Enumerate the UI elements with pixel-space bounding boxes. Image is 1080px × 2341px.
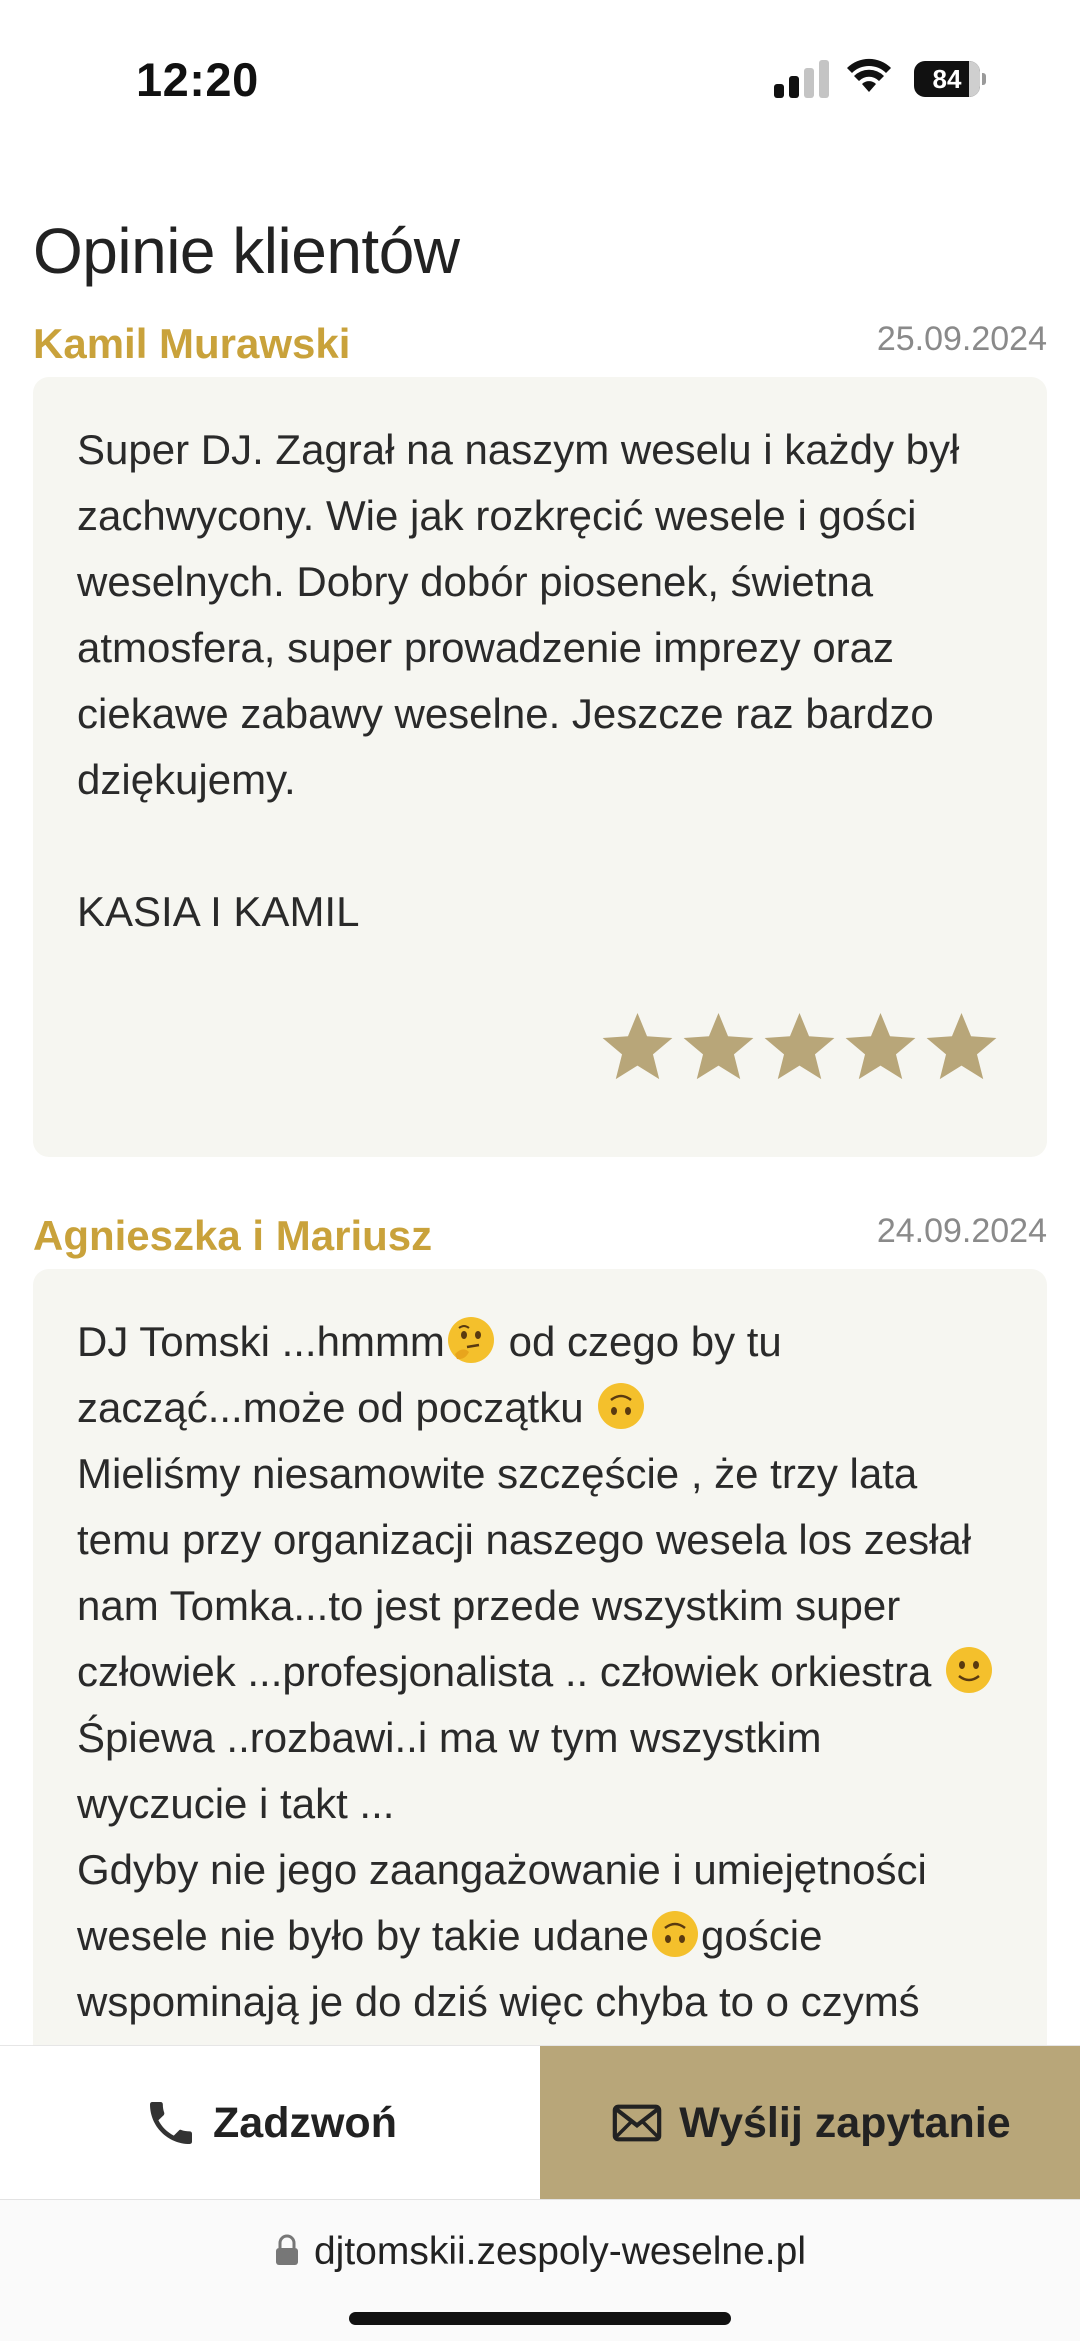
url-display[interactable]: djtomskii.zespoly-weselne.pl bbox=[0, 2230, 1080, 2274]
status-bar: 12:20 84 bbox=[0, 0, 1080, 150]
send-inquiry-label: Wyślij zapytanie bbox=[679, 2098, 1011, 2147]
review-text-part: Śpiewa ..rozbawi..i ma w tym wszystkim w… bbox=[77, 1714, 822, 1827]
review-signature: KASIA I KAMIL bbox=[77, 888, 360, 935]
review-date: 25.09.2024 bbox=[876, 320, 1047, 358]
call-button[interactable]: Zadzwoń bbox=[0, 2046, 540, 2200]
review-date: 24.09.2024 bbox=[876, 1212, 1047, 1250]
rating-stars bbox=[598, 1008, 1001, 1087]
battery-icon: 84 bbox=[914, 61, 986, 97]
star-icon bbox=[602, 1012, 673, 1080]
thinking-face-icon bbox=[447, 1317, 494, 1363]
review-author: Kamil Murawski bbox=[33, 320, 351, 367]
call-button-label: Zadzwoń bbox=[213, 2098, 397, 2147]
battery-level: 84 bbox=[932, 64, 962, 94]
review-item: Agnieszka i Mariusz 24.09.2024 DJ Tomski… bbox=[33, 1212, 1047, 2045]
signal-icon bbox=[774, 60, 830, 98]
phone-icon bbox=[150, 2102, 193, 2144]
upside-down-face-icon bbox=[652, 1911, 699, 1957]
action-bar: Zadzwoń Wyślij zapytanie bbox=[0, 2045, 1080, 2200]
review-text: Super DJ. Zagrał na naszym weselu i każd… bbox=[77, 426, 960, 803]
review-card: Super DJ. Zagrał na naszym weselu i każd… bbox=[33, 377, 1047, 1157]
review-author: Agnieszka i Mariusz bbox=[33, 1212, 433, 1259]
url-text: djtomskii.zespoly-weselne.pl bbox=[313, 2230, 807, 2273]
review-text-part: DJ Tomski ...hmmm bbox=[77, 1318, 445, 1365]
lock-icon bbox=[275, 2234, 298, 2265]
slightly-smiling-face-icon bbox=[945, 1647, 992, 1693]
status-time: 12:20 bbox=[136, 53, 259, 106]
section-title: Opinie klientów bbox=[33, 215, 460, 287]
home-indicator[interactable] bbox=[349, 2312, 731, 2325]
review-text: DJ Tomski ...hmmm od czego by tu zacząć.… bbox=[77, 1309, 1003, 2035]
envelope-icon bbox=[613, 2104, 662, 2142]
review-card: DJ Tomski ...hmmm od czego by tu zacząć.… bbox=[33, 1269, 1047, 2045]
send-inquiry-button[interactable]: Wyślij zapytanie bbox=[540, 2046, 1080, 2200]
star-icon bbox=[683, 1012, 754, 1080]
review-item: Kamil Murawski 25.09.2024 Super DJ. Zagr… bbox=[33, 320, 1047, 1160]
browser-url-bar[interactable]: djtomskii.zespoly-weselne.pl bbox=[0, 2199, 1080, 2341]
wifi-icon bbox=[847, 58, 891, 92]
upside-down-face-icon bbox=[598, 1383, 645, 1429]
star-icon bbox=[845, 1012, 916, 1080]
review-text-part: Mieliśmy niesamowite szczęście , że trzy… bbox=[77, 1450, 972, 1695]
star-icon bbox=[926, 1012, 997, 1080]
content-area[interactable]: Opinie klientów Kamil Murawski 25.09.202… bbox=[0, 150, 1080, 2045]
star-icon bbox=[764, 1012, 835, 1080]
